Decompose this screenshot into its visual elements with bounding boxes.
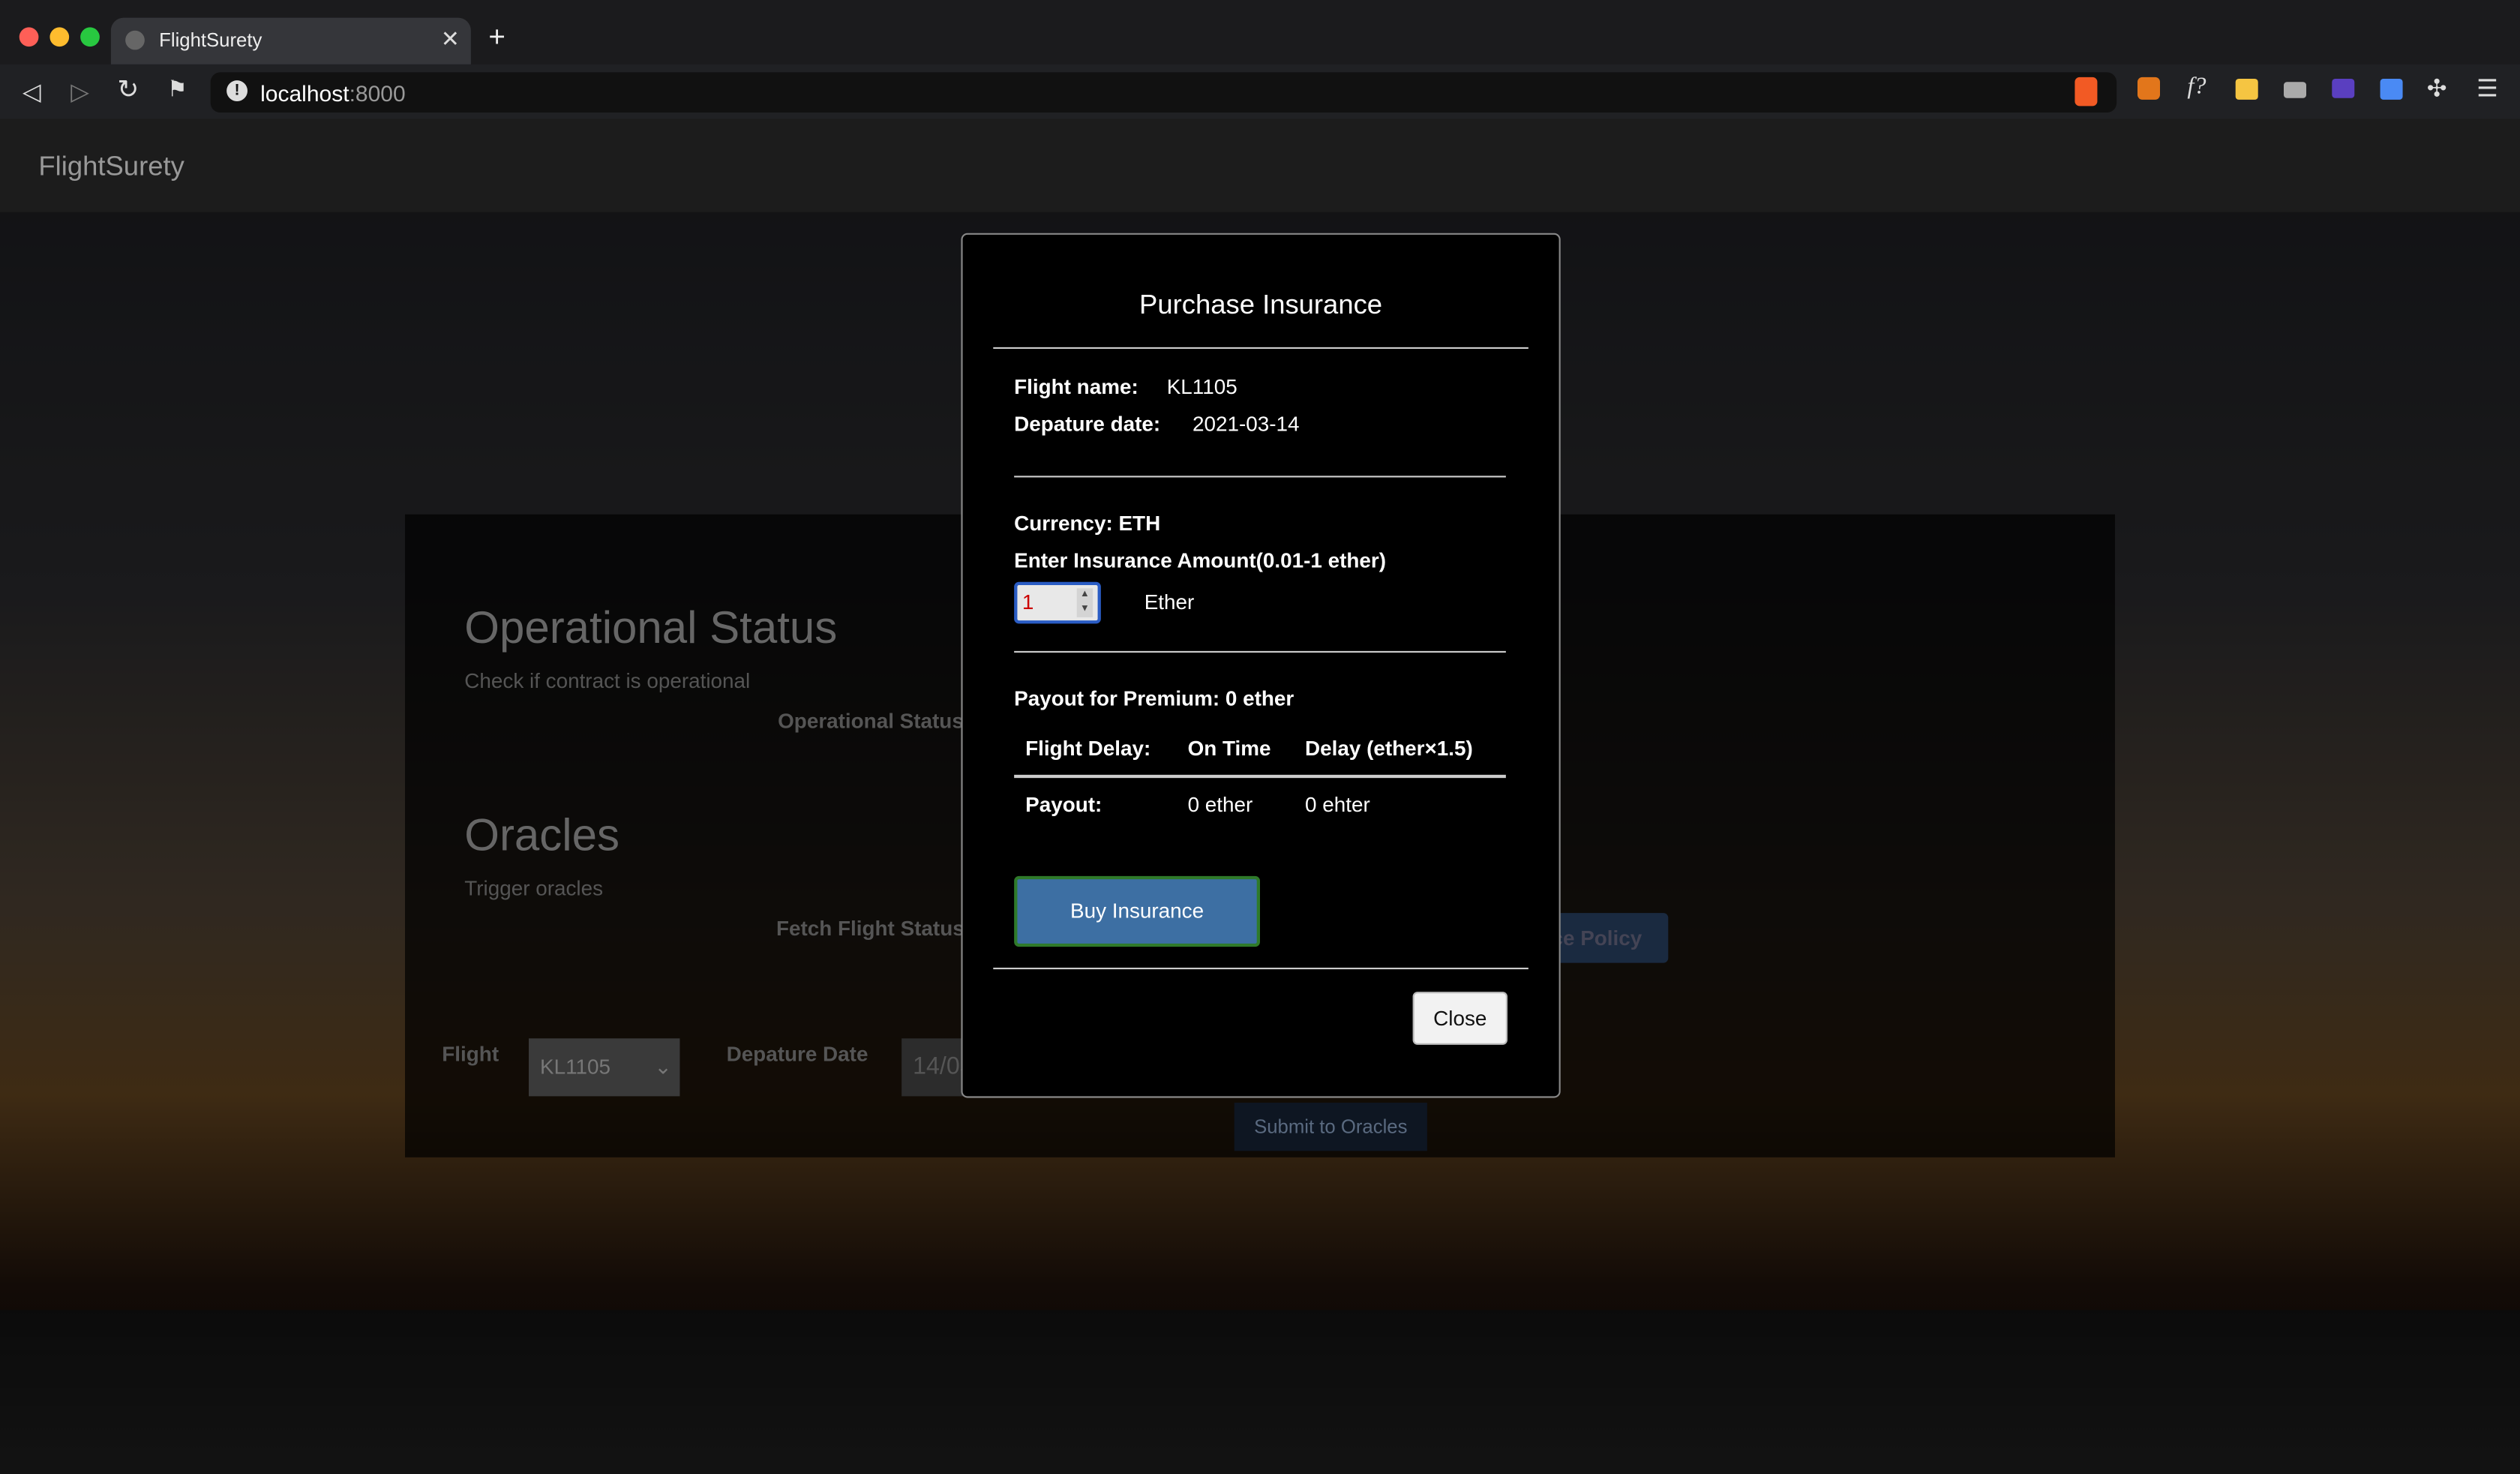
- divider: [993, 968, 1528, 970]
- url-port: :8000: [349, 80, 406, 107]
- reload-icon[interactable]: ↻: [117, 74, 139, 107]
- oracles-subtitle: Trigger oracles: [464, 875, 604, 900]
- submit-oracles-button[interactable]: Submit to Oracles: [1234, 1103, 1427, 1151]
- oracles-title: Oracles: [464, 810, 620, 860]
- operational-subtitle: Check if contract is operational: [464, 668, 751, 693]
- brave-shield-icon[interactable]: [2074, 77, 2098, 107]
- table-row-payout-label: Payout:: [1025, 792, 1102, 817]
- address-bar[interactable]: ! localhost:8000: [210, 72, 2117, 113]
- stepper-arrows-icon[interactable]: ▲ ▼: [1076, 588, 1094, 617]
- amount-label: Enter Insurance Amount(0.01-1 ether): [1014, 548, 1387, 572]
- modal-title: Purchase Insurance: [1139, 289, 1383, 320]
- camera-icon[interactable]: [2284, 82, 2306, 98]
- forward-icon[interactable]: ▷: [70, 77, 89, 106]
- new-tab-button[interactable]: +: [488, 21, 506, 55]
- maximize-window-button[interactable]: [80, 27, 100, 47]
- info-icon[interactable]: !: [226, 80, 248, 101]
- tab-title: FlightSurety: [159, 29, 262, 52]
- extensions-puzzle-icon[interactable]: ✣: [2427, 74, 2447, 103]
- divider: [1014, 650, 1506, 653]
- payout-delay-value: 0 ehter: [1305, 792, 1370, 817]
- translate-icon[interactable]: [2380, 79, 2403, 100]
- operational-status-label: Operational Status: [778, 709, 964, 734]
- amount-input[interactable]: 1 ▲ ▼: [1014, 581, 1101, 624]
- url-host: localhost: [260, 80, 350, 107]
- divider: [993, 347, 1528, 349]
- close-window-button[interactable]: [19, 27, 39, 47]
- metamask-icon[interactable]: [2138, 77, 2160, 100]
- tab-flightsurety[interactable]: FlightSurety ✕: [110, 17, 471, 65]
- close-tab-icon[interactable]: ✕: [441, 26, 460, 53]
- divider: [1014, 476, 1506, 478]
- table-header-flight-delay: Flight Delay:: [1025, 736, 1151, 761]
- flight-select-value: KL1105: [540, 1054, 610, 1079]
- extension-badge-icon[interactable]: [2332, 79, 2355, 98]
- departure-date-value: 2021-03-14: [1192, 411, 1300, 436]
- app-navbar: FlightSurety: [0, 119, 2520, 212]
- table-header-delay: Delay (ether×1.5): [1305, 736, 1473, 761]
- table-divider: [1014, 774, 1506, 779]
- notes-extension-icon[interactable]: [2235, 79, 2258, 100]
- buy-insurance-button[interactable]: Buy Insurance: [1014, 875, 1260, 947]
- amount-value: 1: [1022, 590, 1034, 614]
- globe-icon: [125, 30, 145, 50]
- departure-date-label: Depature date:: [1014, 411, 1161, 436]
- date-label: Depature Date: [726, 1041, 868, 1066]
- back-icon[interactable]: ◁: [22, 77, 41, 106]
- minimize-window-button[interactable]: [50, 27, 70, 47]
- fetch-status-label: Fetch Flight Status: [776, 916, 964, 941]
- purchase-insurance-modal: Purchase Insurance Flight name: KL1105 D…: [961, 233, 1561, 1098]
- close-button[interactable]: Close: [1412, 992, 1508, 1045]
- amount-unit: Ether: [1144, 590, 1195, 614]
- tab-bar: FlightSurety ✕ +: [0, 0, 2520, 65]
- brand-link[interactable]: FlightSurety: [38, 151, 184, 183]
- menu-icon[interactable]: ☰: [2476, 74, 2498, 103]
- operational-title: Operational Status: [464, 602, 838, 653]
- bookmark-icon[interactable]: ⚑: [167, 76, 188, 103]
- payout-on-time-value: 0 ether: [1187, 792, 1253, 817]
- flight-select[interactable]: KL1105 ⌄: [529, 1038, 680, 1097]
- chevron-down-icon: ⌄: [654, 1054, 672, 1079]
- payout-title: Payout for Premium: 0 ether: [1014, 686, 1294, 711]
- flight-name-label: Flight name:: [1014, 374, 1138, 399]
- table-header-on-time: On Time: [1187, 736, 1271, 761]
- flight-name-value: KL1105: [1166, 374, 1238, 399]
- flight-label: Flight: [442, 1041, 500, 1066]
- currency-label: Currency: ETH: [1014, 511, 1161, 536]
- font-extension-icon[interactable]: f?: [2187, 74, 2206, 101]
